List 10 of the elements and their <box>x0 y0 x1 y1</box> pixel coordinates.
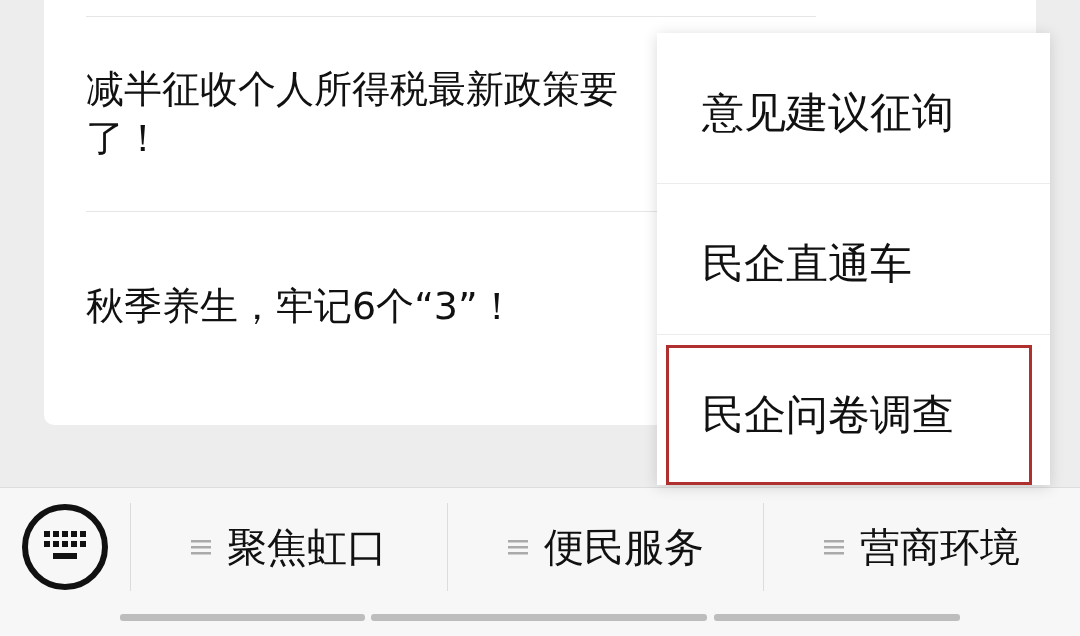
menu-tab[interactable]: 聚焦虹口 <box>131 488 447 606</box>
article-title: 了！ <box>86 115 163 162</box>
menu-icon <box>190 537 211 557</box>
menu-item[interactable]: 民企问卷调查 <box>666 345 1032 485</box>
menu-icon <box>507 537 528 557</box>
menu-tab[interactable]: 便民服务 <box>447 488 764 606</box>
article-title: 减半征收个人所得税最新政策要 <box>86 65 618 113</box>
menu-item[interactable]: 意见建议征询 <box>666 43 1032 183</box>
menu-icon <box>824 537 845 557</box>
menu-tab[interactable]: 营商环境 <box>764 488 1080 606</box>
